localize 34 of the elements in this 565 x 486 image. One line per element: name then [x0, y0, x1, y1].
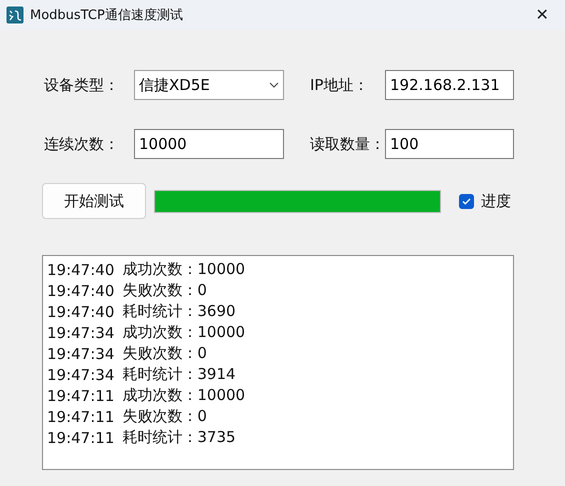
log-message: 成功次数：10000	[122, 260, 246, 279]
window-title: ModbusTCP通信速度测试	[30, 7, 184, 24]
log-time: 19:47:34	[47, 344, 114, 362]
checkmark-icon	[462, 198, 471, 204]
close-button[interactable]: ✕	[527, 1, 557, 29]
log-message: 耗时统计：3914	[122, 365, 236, 384]
log-time: 19:47:11	[47, 386, 114, 404]
field-label: IP地址：	[309, 76, 370, 94]
log-message: 耗时统计：3735	[122, 428, 236, 447]
log-message: 成功次数：10000	[122, 323, 246, 342]
log-message: 失败次数：0	[122, 407, 207, 426]
log-message: 耗时统计：3690	[122, 302, 236, 321]
log-message: 成功次数：10000	[122, 386, 246, 405]
log-message: 失败次数：0	[122, 281, 207, 300]
checkbox-label: 进度	[480, 192, 511, 210]
start-test-button[interactable]: 开始测试	[42, 183, 146, 219]
log-time: 19:47:40	[47, 302, 114, 320]
field-label: 读取数量：	[309, 134, 385, 154]
log-time: 19:47:11	[47, 428, 114, 446]
field-label: 连续次数：	[43, 134, 120, 154]
log-time: 19:47:11	[47, 408, 114, 426]
checkbox[interactable]	[459, 194, 474, 208]
app-icon	[6, 6, 24, 24]
read-count-field[interactable]: 100	[385, 129, 514, 159]
chevron-icon	[269, 82, 279, 88]
log-message: 失败次数：0	[122, 344, 207, 363]
ip-address-field[interactable]: 192.168.2.131	[385, 70, 514, 100]
repeat-count-field[interactable]: 10000	[134, 129, 284, 159]
log-time: 19:47:34	[47, 366, 114, 384]
field-label: 设备类型：	[43, 76, 120, 94]
log-time: 19:47:40	[47, 282, 114, 300]
log-time: 19:47:34	[47, 324, 114, 342]
device-type-dropdown[interactable]: 信捷XD5E	[134, 70, 284, 100]
log-time: 19:47:40	[47, 260, 114, 278]
